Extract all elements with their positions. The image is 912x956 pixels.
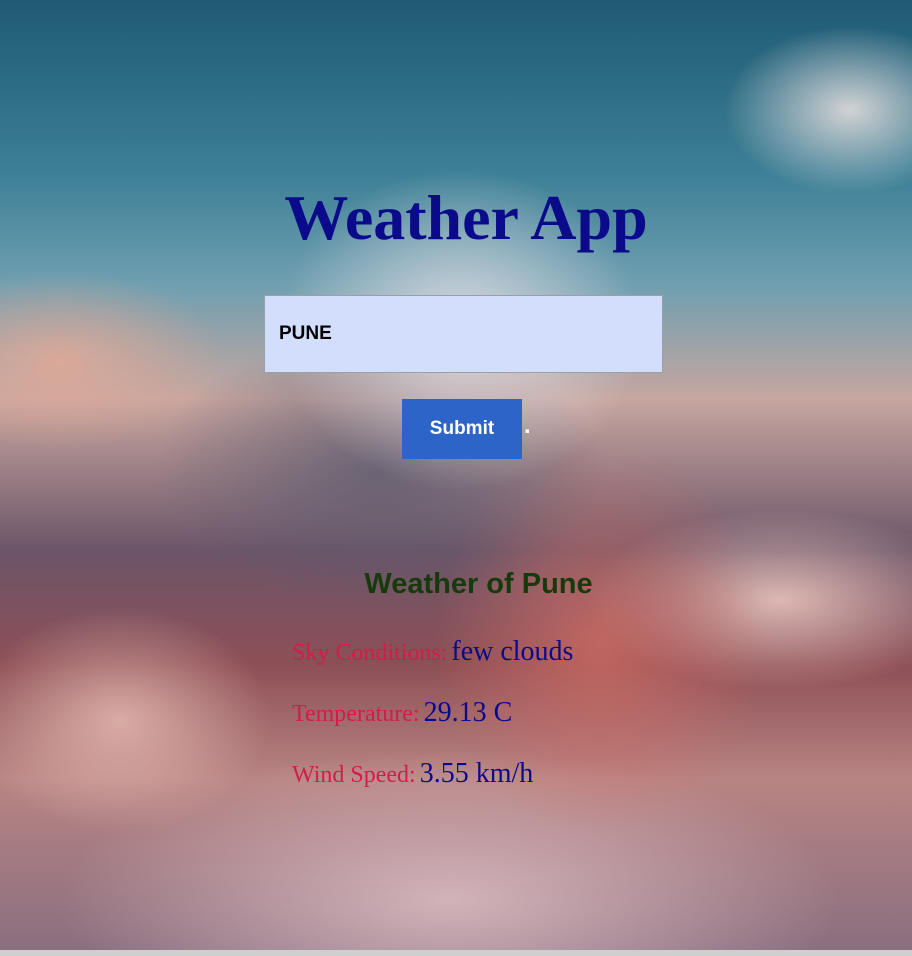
city-input[interactable]	[264, 295, 663, 373]
background-image	[0, 0, 912, 950]
sky-conditions-value: few clouds	[451, 636, 574, 667]
wind-speed-value: 3.55 km/h	[419, 758, 534, 789]
result-heading: Weather of Pune	[364, 568, 593, 600]
app-title: Weather App	[284, 182, 648, 253]
temperature-row: Temperature: 29.13 C	[292, 697, 512, 729]
submit-button[interactable]: Submit	[402, 399, 522, 459]
trailing-dot: .	[524, 412, 531, 439]
sky-conditions-row: Sky Conditions: few clouds	[292, 636, 573, 668]
temperature-label: Temperature:	[292, 701, 420, 727]
temperature-value: 29.13 C	[423, 697, 513, 728]
wind-speed-row: Wind Speed: 3.55 km/h	[292, 758, 533, 790]
wind-speed-label: Wind Speed:	[292, 762, 416, 788]
sky-conditions-label: Sky Conditions:	[292, 640, 448, 666]
bottom-scrollbar	[0, 950, 912, 956]
